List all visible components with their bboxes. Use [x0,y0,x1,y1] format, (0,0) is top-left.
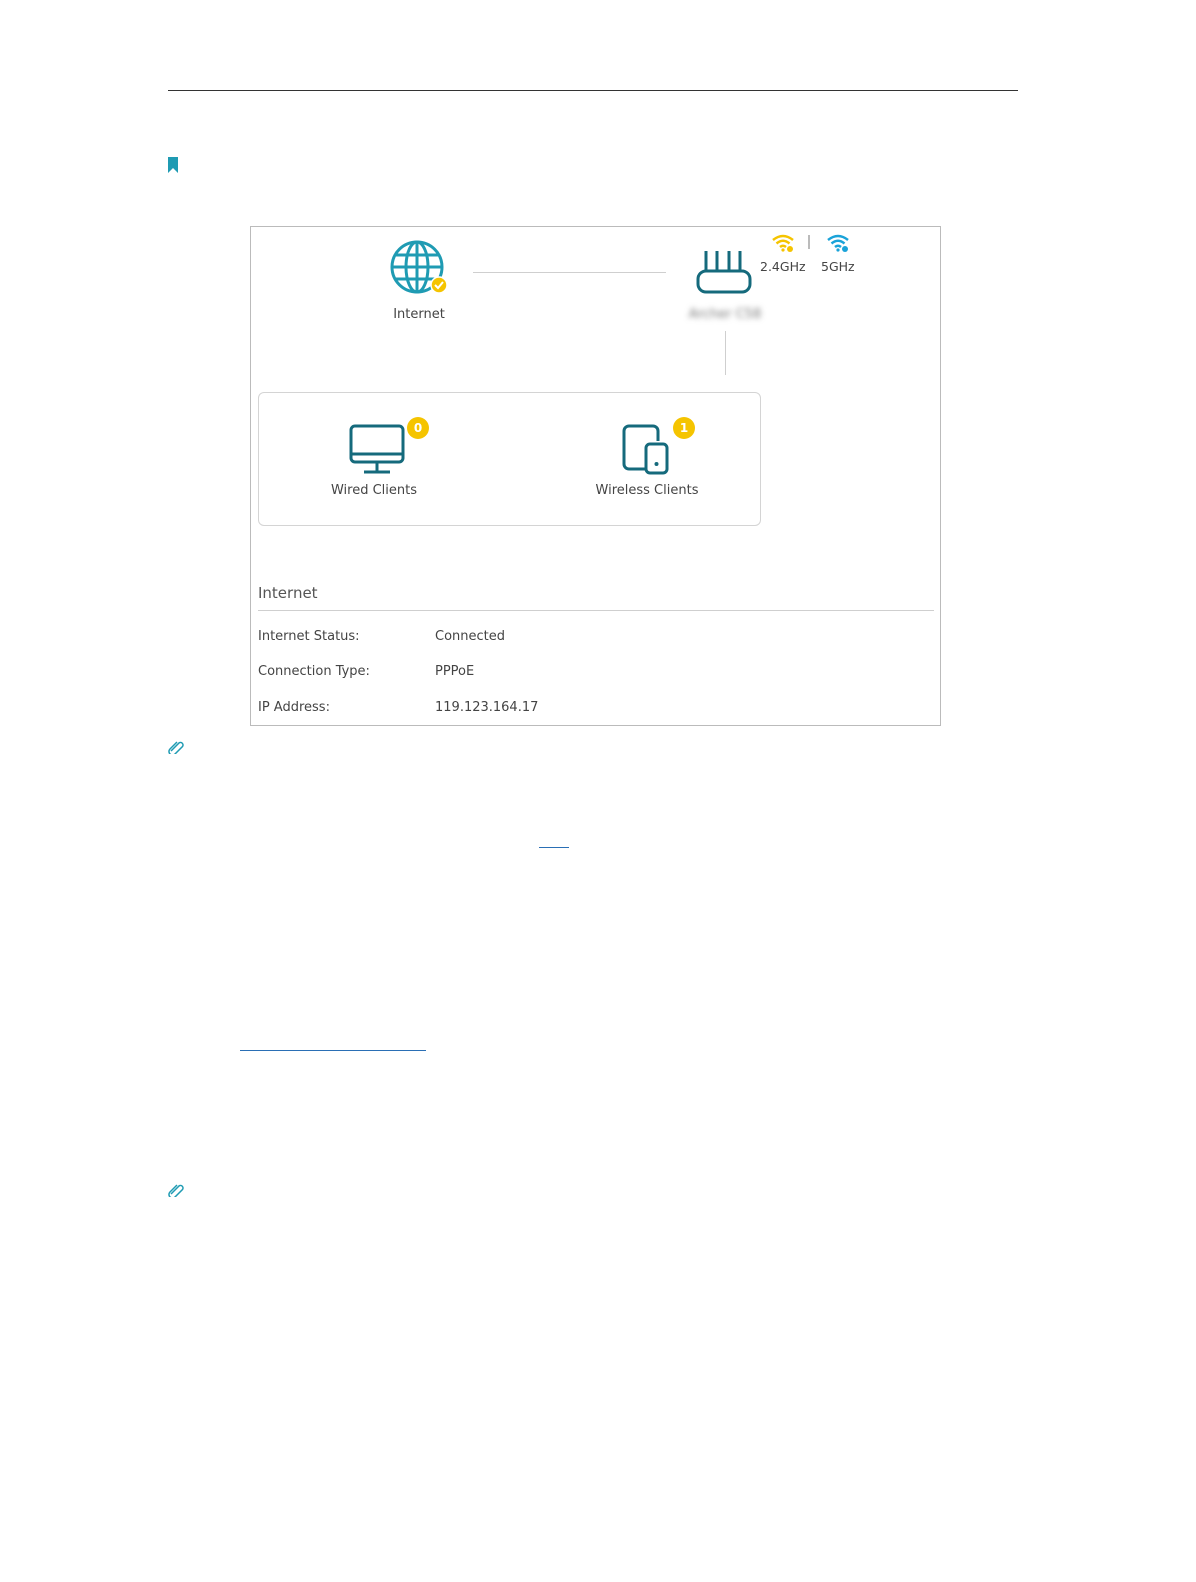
connection-type-value: PPPoE [435,664,475,679]
router-icon [696,251,752,294]
connection-type-label: Connection Type: [258,664,370,679]
internet-section-rule [258,610,934,611]
ip-address-value: 119.123.164.17 [435,700,539,715]
band-5ghz-label: 5GHz [821,259,855,274]
inline-link[interactable] [240,1050,426,1051]
internet-status-value: Connected [435,629,506,644]
inline-link[interactable] [539,847,569,848]
wired-clients-node[interactable]: 0 Wired Clients [319,417,429,507]
clients-box: 0 Wired Clients 1 Wireless Clients [258,392,761,526]
wifi-5ghz-icon [827,234,849,252]
wired-clients-count-badge: 0 [407,417,429,439]
internet-section-title: Internet [258,584,318,602]
network-map-panel: Internet Archer C58 2.4GHz 5GHz 0 Wired … [250,226,941,726]
band-24ghz-label: 2.4GHz [760,259,806,274]
internet-node-label: Internet [393,307,445,322]
router-clients-connector [725,331,726,375]
internet-status-label: Internet Status: [258,629,360,644]
internet-node[interactable] [389,239,449,299]
wired-clients-label: Wired Clients [330,483,418,498]
wireless-clients-label: Wireless Clients [595,483,699,498]
router-name: Archer C58 [688,307,762,322]
wifi-24ghz-icon [772,234,794,252]
router-node[interactable] [695,249,755,297]
tablet-phone-icon [622,424,669,475]
wireless-clients-count-badge: 1 [673,417,695,439]
internet-router-connector [473,272,666,273]
header-rule [168,90,1018,91]
wireless-clients-node[interactable]: 1 Wireless Clients [587,417,707,507]
paperclip-icon [168,1184,184,1197]
ip-address-label: IP Address: [258,700,330,715]
paperclip-icon [168,741,184,754]
bookmark-icon [168,157,178,173]
monitor-icon [349,424,405,474]
globe-icon [390,240,448,294]
band-separator [808,235,810,249]
